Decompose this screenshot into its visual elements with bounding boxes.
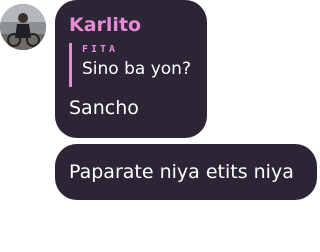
quoted-reply-author: FITA xyxy=(82,44,119,55)
quoted-reply[interactable]: FITA Sino ba yon? xyxy=(69,43,191,87)
message-text: Sancho xyxy=(69,97,139,119)
chat-thread: Karlito FITA Sino ba yon? Sancho Paparat… xyxy=(0,0,320,252)
sender-name[interactable]: Karlito xyxy=(69,13,141,37)
message-bubble[interactable]: Paparate niya etits niya xyxy=(55,144,317,200)
sender-avatar[interactable] xyxy=(0,4,46,50)
message-bubble[interactable]: Karlito FITA Sino ba yon? Sancho xyxy=(55,0,207,138)
quoted-reply-text: Sino ba yon? xyxy=(82,59,191,79)
message-text: Paparate niya etits niya xyxy=(69,161,294,183)
